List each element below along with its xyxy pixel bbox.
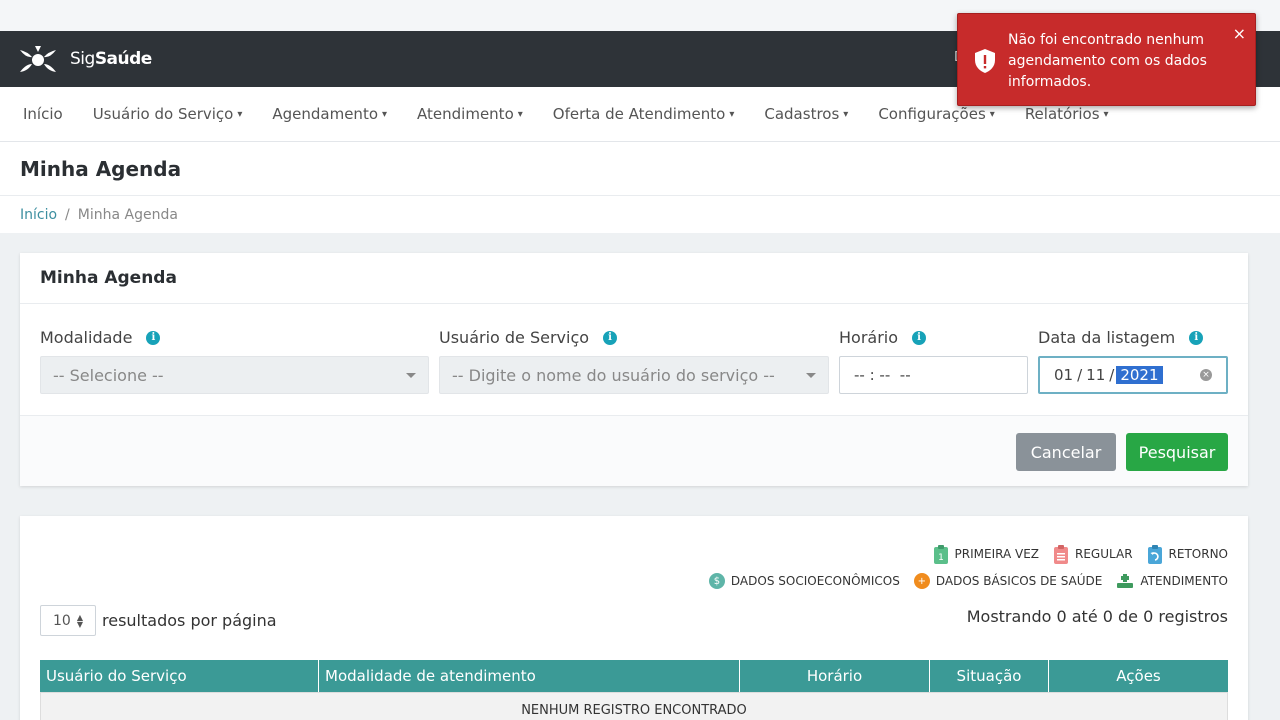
cancel-button[interactable]: Cancelar: [1016, 433, 1116, 471]
info-icon[interactable]: i: [1189, 330, 1204, 345]
filter-card: Minha Agenda Modalidade i -- Selecione --…: [20, 253, 1248, 486]
clipboard-one-icon: 1: [933, 545, 948, 564]
table-header-cell[interactable]: Usuário do Serviço: [40, 660, 319, 692]
info-icon[interactable]: i: [603, 330, 618, 345]
data-field: Data da listagem i: [1038, 328, 1204, 347]
appointments-table: Usuário do Serviço Modalidade de atendim…: [40, 660, 1228, 720]
usuario-select-value: -- Digite o nome do usuário do serviço -…: [452, 365, 775, 385]
nav-item-label: Agendamento: [272, 105, 378, 123]
horario-label: Horário: [839, 328, 899, 347]
horario-field: Horário i: [839, 328, 927, 347]
legend-atendimento: ATENDIMENTO: [1116, 573, 1228, 589]
horario-input-value: -- : -- --: [854, 366, 911, 384]
modalidade-field: Modalidade i: [40, 328, 161, 347]
legend-saude: + DADOS BÁSICOS DE SAÚDE: [913, 573, 1102, 589]
filter-card-header: Minha Agenda: [20, 253, 1248, 304]
nav-item[interactable]: Agendamento ▾: [272, 105, 387, 123]
chevron-down-icon: ▾: [1103, 108, 1109, 120]
legend-primeira-vez: 1 PRIMEIRA VEZ: [933, 544, 1039, 564]
nav-item-label: Atendimento: [417, 105, 514, 123]
per-page-select[interactable]: 10 ▲ ▼: [40, 605, 96, 636]
brand-name: SigSaúde: [70, 49, 152, 69]
nav-item-label: Configurações: [878, 105, 986, 123]
nav-item-label: Usuário do Serviço: [92, 105, 234, 123]
usuario-field: Usuário de Serviço i: [439, 328, 618, 347]
results-card: 1 PRIMEIRA VEZ REGULAR RETORNO $ DADOS S…: [20, 516, 1248, 720]
modalidade-label: Modalidade: [40, 328, 133, 347]
date-day: 01: [1054, 366, 1074, 384]
breadcrumb: Início / Minha Agenda: [0, 196, 1280, 233]
caret-down-icon: [806, 373, 816, 378]
clipboard-list-icon: [1054, 545, 1069, 564]
legend-socio: $ DADOS SOCIOECONÔMICOS: [708, 573, 900, 589]
page-title: Minha Agenda: [20, 156, 182, 181]
date-month: 11: [1086, 366, 1106, 384]
horario-input[interactable]: -- : -- --: [839, 356, 1028, 394]
nav-item[interactable]: Relatórios ▾: [1025, 105, 1109, 123]
page-title-bar: Minha Agenda: [0, 142, 1280, 196]
svg-text:1: 1: [938, 553, 944, 563]
legend-retorno: RETORNO: [1147, 544, 1228, 564]
chevron-down-icon: ▾: [989, 108, 995, 120]
chevron-down-icon: ▾: [517, 108, 523, 120]
filter-card-title: Minha Agenda: [40, 268, 177, 288]
nav-item[interactable]: Início: [23, 105, 63, 123]
data-label: Data da listagem: [1038, 328, 1176, 347]
info-icon[interactable]: i: [146, 330, 161, 345]
data-input[interactable]: 01 / 11 / 2021 ×: [1038, 356, 1228, 394]
table-empty-row: NENHUM REGISTRO ENCONTRADO: [40, 692, 1228, 720]
nav-item-label: Início: [23, 105, 63, 123]
error-toast: Não foi encontrado nenhum agendamento co…: [957, 13, 1256, 106]
nav-item-label: Oferta de Atendimento: [552, 105, 726, 123]
breadcrumb-separator: /: [65, 206, 70, 223]
per-page-value: 10: [53, 612, 71, 629]
results-summary: Mostrando 0 até 0 de 0 registros: [966, 607, 1228, 626]
table-header-cell[interactable]: Horário: [740, 660, 930, 692]
close-icon[interactable]: ×: [1233, 24, 1246, 43]
health-plus-icon: +: [913, 573, 930, 589]
nav-item[interactable]: Usuário do Serviço ▾: [93, 105, 243, 123]
per-page-label: resultados por página: [102, 611, 277, 630]
logo-icon: [20, 46, 56, 72]
shield-alert-icon: [975, 49, 995, 73]
modalidade-select[interactable]: -- Selecione --: [40, 356, 429, 394]
table-header-cell[interactable]: Ações: [1049, 660, 1228, 692]
clipboard-return-icon: [1147, 545, 1162, 564]
date-year: 2021: [1116, 366, 1163, 384]
legend-regular: REGULAR: [1053, 544, 1133, 564]
nav-item-label: Relatórios: [1024, 105, 1100, 123]
sort-arrows-icon: ▲ ▼: [76, 612, 83, 629]
info-icon[interactable]: i: [912, 330, 927, 345]
chevron-down-icon: ▾: [382, 108, 388, 120]
table-header-cell[interactable]: Situação: [930, 660, 1049, 692]
hand-care-icon: [1117, 574, 1134, 588]
filter-card-footer: Cancelar Pesquisar: [20, 415, 1248, 486]
table-header: Usuário do Serviço Modalidade de atendim…: [40, 660, 1228, 692]
chevron-down-icon: ▾: [237, 108, 243, 120]
usuario-select[interactable]: -- Digite o nome do usuário do serviço -…: [439, 356, 829, 394]
money-icon: $: [708, 573, 725, 589]
chevron-down-icon: ▾: [729, 108, 735, 120]
chevron-down-icon: ▾: [843, 108, 849, 120]
legend-row-1: 1 PRIMEIRA VEZ REGULAR RETORNO: [925, 544, 1228, 564]
table-header-cell[interactable]: Modalidade de atendimento: [319, 660, 740, 692]
toast-message: Não foi encontrado nenhum agendamento co…: [1008, 32, 1207, 90]
nav-item[interactable]: Cadastros ▾: [764, 105, 848, 123]
brand-logo[interactable]: SigSaúde: [16, 44, 152, 74]
clear-icon[interactable]: ×: [1200, 369, 1212, 381]
breadcrumb-home-link[interactable]: Início: [20, 207, 57, 223]
nav-item[interactable]: Oferta de Atendimento ▾: [553, 105, 735, 123]
nav-item[interactable]: Atendimento ▾: [417, 105, 523, 123]
caret-down-icon: [406, 373, 416, 378]
breadcrumb-current: Minha Agenda: [77, 206, 178, 223]
nav-item[interactable]: Configurações ▾: [878, 105, 995, 123]
usuario-label: Usuário de Serviço: [439, 328, 590, 347]
legend-row-2: $ DADOS SOCIOECONÔMICOS + DADOS BÁSICOS …: [701, 573, 1228, 589]
nav-item-label: Cadastros: [764, 105, 840, 123]
per-page-control: 10 ▲ ▼ resultados por página: [40, 605, 277, 636]
modalidade-select-value: -- Selecione --: [53, 365, 164, 385]
search-button[interactable]: Pesquisar: [1126, 433, 1228, 471]
